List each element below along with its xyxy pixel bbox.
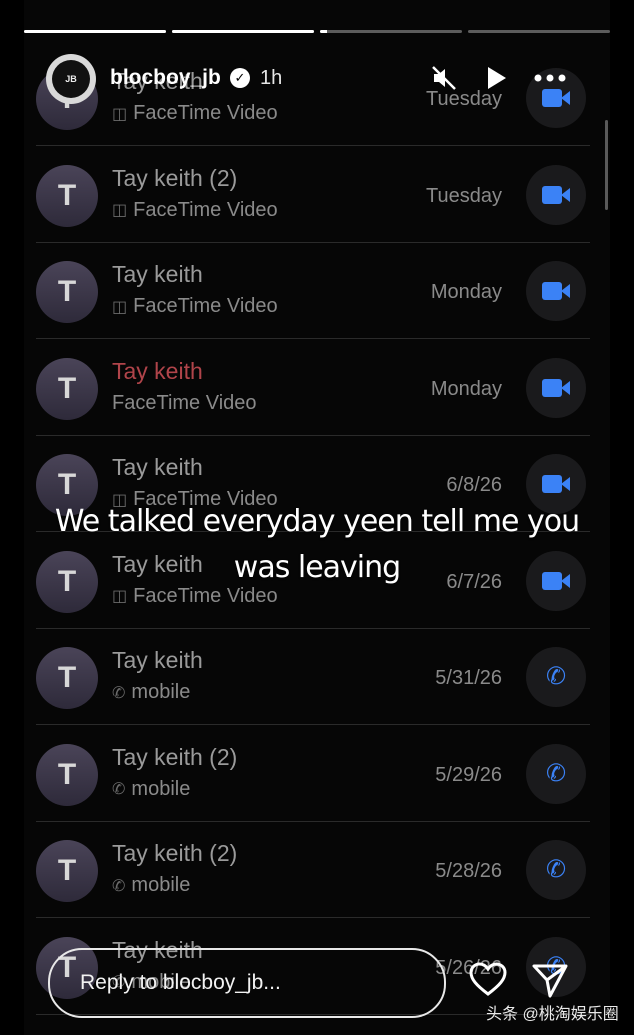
video-small-icon: ◫ xyxy=(112,202,128,219)
call-date: 5/28/26 xyxy=(435,860,502,882)
phone-icon: ✆ xyxy=(545,663,567,690)
phone-small-icon: ✆ xyxy=(112,781,126,798)
reply-placeholder: Reply to blocboy_jb... xyxy=(80,971,281,994)
call-type: ◫ FaceTime Video xyxy=(112,585,278,608)
progress-segment xyxy=(320,30,462,33)
facetime-button[interactable] xyxy=(526,357,586,418)
call-type-label: FaceTime Video xyxy=(133,295,278,317)
progress-fill xyxy=(172,30,314,33)
avatar-letter: T xyxy=(57,275,77,308)
heart-icon[interactable] xyxy=(468,960,508,1000)
call-date: 5/29/26 xyxy=(435,763,502,786)
progress-segment xyxy=(468,30,610,33)
username[interactable]: blocboy_jb xyxy=(110,66,221,90)
call-button[interactable]: ✆ xyxy=(526,743,586,804)
call-type: FaceTime Video xyxy=(112,392,257,415)
contact-avatar: T xyxy=(36,840,98,902)
call-type: ✆ mobile xyxy=(112,681,190,704)
call-date: Monday xyxy=(430,281,502,303)
phone-small-icon: ✆ xyxy=(112,684,126,702)
story-header: JB blocboy_jb ✓ 1h xyxy=(24,50,610,106)
phone-small-icon: ✆ xyxy=(112,877,126,895)
call-row[interactable]: T Tay keith (2) ◫ FaceTime Video Tuesday xyxy=(24,147,610,243)
call-type: ✆ mobile xyxy=(112,778,190,801)
story-caption-line-1: We talked everyday yeen tell me you xyxy=(54,504,580,539)
facetime-button[interactable] xyxy=(526,164,586,225)
video-small-icon: ◫ xyxy=(112,105,128,123)
contact-avatar: T xyxy=(36,647,98,709)
video-camera-icon xyxy=(542,185,570,204)
progress-fill xyxy=(320,30,328,33)
call-date: Tuesday xyxy=(426,184,502,207)
avatar-image: JB xyxy=(52,60,90,98)
play-icon[interactable] xyxy=(480,62,512,94)
progress-segment xyxy=(172,30,314,33)
contact-name: Tay keith (2) xyxy=(112,840,238,866)
phone-icon: ✆ xyxy=(545,856,567,883)
call-type-label: FaceTime Video xyxy=(112,391,257,414)
video-camera-icon xyxy=(542,475,570,493)
contact-avatar: T xyxy=(36,261,98,323)
video-camera-icon xyxy=(542,282,570,300)
avatar-letter: T xyxy=(57,468,77,501)
phone-icon: ✆ xyxy=(545,759,567,787)
contact-name: Tay keith xyxy=(112,357,203,384)
call-row[interactable]: T Tay keith (2) ✆ mobile 5/29/26 ✆ xyxy=(24,726,610,822)
contact-name: Tay keith xyxy=(112,454,203,480)
contact-avatar: T xyxy=(36,743,98,806)
call-type-label: FaceTime Video xyxy=(133,198,278,221)
call-button[interactable]: ✆ xyxy=(526,647,586,707)
progress-segment xyxy=(24,30,166,33)
avatar-letter: T xyxy=(57,371,77,405)
contact-name: Tay keith (2) xyxy=(112,164,238,191)
profile-avatar[interactable]: JB xyxy=(46,54,96,104)
video-camera-icon xyxy=(542,378,570,397)
progress-fill xyxy=(24,30,166,33)
reply-input[interactable]: Reply to blocboy_jb... xyxy=(48,948,446,1018)
send-icon[interactable] xyxy=(530,960,570,1000)
story-progress-bar xyxy=(24,30,610,34)
more-dots-icon[interactable] xyxy=(534,62,566,94)
watermark: 头条 @桃淘娱乐圈 xyxy=(486,1006,619,1023)
video-small-icon: ◫ xyxy=(112,588,128,605)
contact-name: Tay keith xyxy=(112,647,203,673)
story-time: 1h xyxy=(260,67,283,89)
avatar-letter: T xyxy=(57,661,77,694)
call-row[interactable]: T Tay keith ✆ mobile 5/31/26 ✆ xyxy=(24,629,610,725)
contact-name: Tay keith (2) xyxy=(112,743,238,770)
contact-avatar: T xyxy=(36,164,98,227)
call-type: ◫ FaceTime Video xyxy=(112,199,278,222)
call-type-label: FaceTime Video xyxy=(133,584,278,607)
call-date: 6/8/26 xyxy=(446,474,502,496)
call-type-label: mobile xyxy=(131,777,191,800)
call-row[interactable]: T Tay keith (2) ✆ mobile 5/28/26 ✆ xyxy=(24,822,610,918)
contact-avatar: T xyxy=(36,357,98,420)
scrollbar[interactable] xyxy=(605,120,608,210)
verified-badge-icon: ✓ xyxy=(230,68,250,88)
avatar-letter: T xyxy=(57,854,77,887)
contact-name: Tay keith xyxy=(112,261,203,287)
call-type-label: mobile xyxy=(131,874,191,896)
call-date: 5/31/26 xyxy=(435,667,502,689)
muted-speaker-icon[interactable] xyxy=(428,62,460,94)
call-type: ✆ mobile xyxy=(112,874,190,897)
video-small-icon: ◫ xyxy=(112,298,128,316)
facetime-button[interactable] xyxy=(526,261,586,321)
call-type-label: mobile xyxy=(131,681,191,703)
call-row[interactable]: T Tay keith ◫ FaceTime Video Monday xyxy=(24,243,610,339)
call-button[interactable]: ✆ xyxy=(526,840,586,900)
call-date: Monday xyxy=(430,377,502,400)
call-row[interactable]: T Tay keith FaceTime Video Monday xyxy=(24,340,610,436)
call-type: ◫ FaceTime Video xyxy=(112,295,278,318)
avatar-letter: T xyxy=(57,757,77,791)
story-caption-line-2: was leaving xyxy=(233,550,401,585)
avatar-letter: T xyxy=(57,178,77,212)
